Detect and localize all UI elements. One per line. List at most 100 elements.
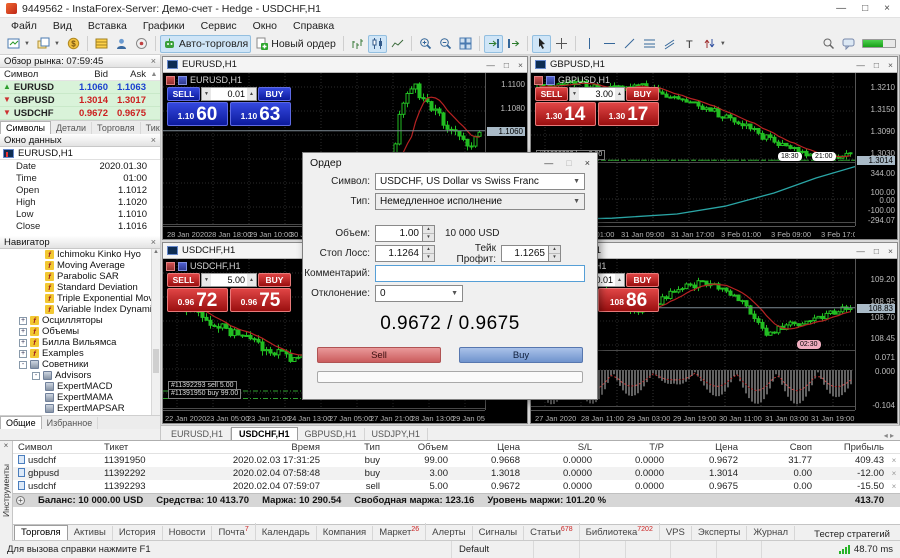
ocp-volume-stepper[interactable]: ▼0.01▲	[201, 87, 257, 101]
tree-expand-icon[interactable]: +	[19, 317, 27, 325]
ocp-buy-button[interactable]: BUY	[258, 273, 291, 287]
volume-stepper[interactable]: 1.00 ▲▼	[375, 225, 435, 242]
window-maximize-button[interactable]: □	[862, 3, 868, 14]
spin-down-icon[interactable]: ▼	[570, 88, 579, 100]
chart-titlebar[interactable]: EURUSD,H1 —□×	[163, 57, 527, 73]
ocp-volume-stepper[interactable]: ▼3.00▲	[569, 87, 625, 101]
navigator-item[interactable]: - Советники	[0, 359, 160, 370]
navigator-item[interactable]: + f Осцилляторы	[0, 315, 160, 326]
minimize-button[interactable]: —	[856, 60, 865, 70]
terminal-tab-4[interactable]: Почта7	[212, 523, 255, 540]
market-watch-row-GBPUSD[interactable]: ▼GBPUSD 1.3014 1.3017	[0, 94, 160, 107]
arrows-button[interactable]: ▼	[700, 35, 729, 53]
chart-plot-area[interactable]: GBPUSD,H1 SELL ▼3.00▲ BUY 1.3014 1.30171…	[531, 73, 855, 163]
navigator-item[interactable]: f Triple Exponential Movin	[0, 293, 160, 304]
stop-loss-input[interactable]: 1.1264	[375, 245, 423, 262]
minimize-button[interactable]: —	[856, 246, 865, 256]
profiles-button[interactable]: ▼	[34, 35, 63, 53]
chart-tab-USDCHF,H1[interactable]: USDCHF,H1	[231, 427, 298, 440]
navigator-close-icon[interactable]: ×	[151, 237, 156, 247]
expand-icon[interactable]: +	[16, 496, 25, 505]
status-connection[interactable]: 48.70 ms	[762, 541, 900, 558]
spin-down-icon[interactable]: ▼	[549, 254, 560, 261]
ocp-sell-price[interactable]: 1.1060	[167, 102, 228, 126]
terminal-tab-10[interactable]: Статьи678	[524, 523, 579, 540]
menu-item-1[interactable]: Вид	[45, 20, 80, 32]
data-window-close-icon[interactable]: ×	[151, 135, 156, 145]
terminal-tab-14[interactable]: Журнал	[747, 526, 795, 540]
status-profile[interactable]: Default	[452, 541, 534, 558]
cursor-button[interactable]	[532, 35, 551, 53]
terminal-tab-8[interactable]: Алерты	[426, 526, 472, 540]
ocp-buy-price[interactable]: 1.3017	[598, 102, 659, 126]
terminal-button[interactable]	[132, 35, 151, 53]
line-chart-button[interactable]	[388, 35, 407, 53]
col-ask[interactable]: Ask	[108, 69, 148, 80]
auto-trading-button[interactable]: Авто-торговля	[160, 35, 251, 53]
col-3[interactable]: Тип	[325, 442, 385, 453]
trade-row-11392293[interactable]: usdchf113922932020.02.04 07:59:07sell5.0…	[13, 480, 900, 493]
terminal-tab-6[interactable]: Компания	[317, 526, 373, 540]
ocp-buy-button[interactable]: BUY	[626, 273, 659, 287]
close-order-icon[interactable]: ×	[889, 456, 899, 465]
ocp-buy-price[interactable]: 0.9675	[230, 288, 291, 312]
data-window-button[interactable]	[92, 35, 111, 53]
chat-button[interactable]	[839, 35, 858, 53]
col-10[interactable]: Прибыль	[817, 442, 889, 453]
market-watch-button[interactable]: $	[64, 35, 83, 53]
window-minimize-button[interactable]: —	[836, 3, 846, 14]
market-watch-tab-0[interactable]: Символы	[0, 121, 51, 134]
ocp-sell-button[interactable]: SELL	[167, 273, 200, 287]
spin-up-icon[interactable]: ▲	[423, 246, 434, 254]
trade-row-11391950[interactable]: usdchf113919502020.02.03 17:31:25buy99.0…	[13, 454, 900, 467]
zoom-out-button[interactable]	[436, 35, 455, 53]
navigator-scrollbar[interactable]: ▲	[151, 249, 160, 415]
market-watch-row-USDCHF[interactable]: ▼USDCHF 0.9672 0.9675	[0, 107, 160, 120]
trendline-button[interactable]	[620, 35, 639, 53]
tree-expand-icon[interactable]: -	[19, 361, 27, 369]
chart-tab-USDJPY,H1[interactable]: USDJPY,H1	[365, 428, 428, 440]
navigator-item[interactable]: + f Билла Вильямса	[0, 337, 160, 348]
navigator-item[interactable]: f Standard Deviation	[0, 282, 160, 293]
spin-up-icon[interactable]: ▲	[423, 226, 434, 234]
maximize-button[interactable]: □	[874, 60, 879, 70]
navigator-item[interactable]: + f Examples	[0, 348, 160, 359]
order-dialog-titlebar[interactable]: Ордер — □ ×	[303, 153, 597, 173]
chart-shift-button[interactable]	[504, 35, 523, 53]
chart-tab-EURUSD,H1[interactable]: EURUSD,H1	[164, 428, 231, 440]
type-select[interactable]: Немедленное исполнение ▼	[375, 193, 585, 210]
ocp-buy-button[interactable]: BUY	[626, 87, 659, 101]
tree-expand-icon[interactable]: +	[19, 328, 27, 336]
take-profit-input[interactable]: 1.1265	[501, 245, 549, 262]
hline-button[interactable]	[600, 35, 619, 53]
ocp-sell-button[interactable]: SELL	[167, 87, 200, 101]
close-button[interactable]: ×	[518, 60, 523, 70]
spin-up-icon[interactable]: ▲	[549, 246, 560, 254]
market-watch-tab-2[interactable]: Торговля	[92, 122, 141, 134]
spin-up-icon[interactable]: ▲	[615, 88, 624, 100]
sell-button[interactable]: Sell	[317, 347, 441, 363]
dialog-close-button[interactable]: ×	[585, 158, 590, 168]
ocp-buy-price[interactable]: 10886	[598, 288, 659, 312]
terminal-tab-9[interactable]: Сигналы	[473, 526, 525, 540]
navigator-button[interactable]	[112, 35, 131, 53]
market-watch-row-EURUSD[interactable]: ▲EURUSD 1.1060 1.1063	[0, 81, 160, 94]
navigator-item[interactable]: f Moving Average	[0, 260, 160, 271]
tree-expand-icon[interactable]: +	[19, 339, 27, 347]
tile-windows-button[interactable]	[456, 35, 475, 53]
bar-chart-button[interactable]	[348, 35, 367, 53]
col-2[interactable]: Время	[195, 442, 325, 453]
scroll-up-icon[interactable]: ▲	[148, 71, 160, 78]
terminal-tab-2[interactable]: История	[113, 526, 163, 540]
search-button[interactable]	[819, 35, 838, 53]
terminal-tab-11[interactable]: Библиотека7202	[580, 523, 660, 540]
menu-item-0[interactable]: Файл	[3, 20, 45, 32]
new-order-button[interactable]: Новый ордер	[252, 35, 339, 53]
ocp-buy-price[interactable]: 1.1063	[230, 102, 291, 126]
dialog-minimize-button[interactable]: —	[544, 158, 553, 168]
take-profit-stepper[interactable]: 1.1265 ▲▼	[501, 245, 561, 262]
ocp-sell-price[interactable]: 0.9672	[167, 288, 228, 312]
tab-scroll-icons[interactable]: ◂ ▸	[884, 431, 900, 440]
vline-button[interactable]	[580, 35, 599, 53]
channel-button[interactable]	[660, 35, 679, 53]
